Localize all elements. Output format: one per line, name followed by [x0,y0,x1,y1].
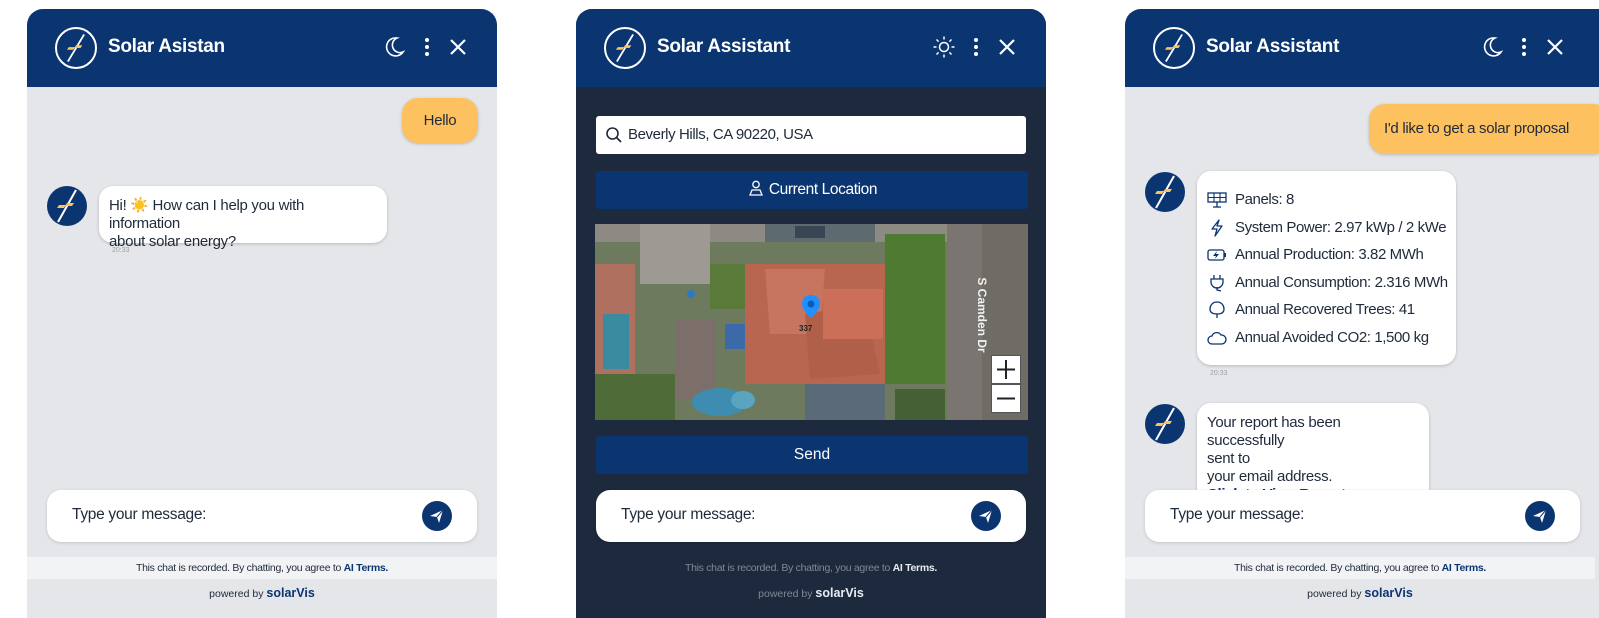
send-icon[interactable] [422,501,452,531]
solarvis-logo[interactable]: solarVis [1364,586,1412,600]
bot-message: Hi! ☀️ How can I help you with informati… [99,186,387,250]
terms-link[interactable]: AI Terms. [1442,562,1487,574]
solarvis-logo[interactable]: solarVis [815,586,863,600]
bot-message-line: Hi! ☀️ How can I help you with informati… [109,197,305,232]
map-pin-icon[interactable] [801,294,821,324]
terms-link[interactable]: AI Terms. [344,562,389,574]
footer-note: This chat is recorded. By chatting, you … [27,557,497,579]
input-placeholder: Type your message: [621,506,756,523]
solar-logo-icon [1153,27,1195,69]
solar-logo-icon [55,27,97,69]
powered-by: powered by solarVis [1125,581,1595,605]
chat-header: Solar Asistan [27,9,497,87]
tree-icon [1207,301,1227,319]
terms-link[interactable]: AI Terms. [893,562,938,574]
search-icon [605,126,623,144]
current-location-label: Current Location [768,181,878,198]
solar-logo-icon [604,27,646,69]
proposal-summary-card: Panels: 8 System Power: 2.97 kWp / 2 kWe… [1197,171,1456,365]
close-icon[interactable] [995,35,1019,59]
message-input[interactable]: Type your message: [1145,490,1580,542]
brand-title: Solar Asistan [108,36,225,57]
report-line: your email address. [1207,468,1333,485]
chat-panel-dark: Solar Assistant Beverly Hills, CA 90220,… [576,9,1046,618]
footer-note: This chat is recorded. By chatting, you … [1125,557,1595,579]
more-menu-icon[interactable] [415,35,439,59]
brand-title: Solar Assistant [657,36,791,57]
map-pin-label: 337 [799,324,813,333]
stat-text: System Power: 2.97 kWp / 2 kWe [1235,219,1447,236]
powered-by-text: powered by [209,588,264,600]
bot-message-line: about solar energy? [109,233,236,250]
zoom-in-button[interactable] [991,355,1021,384]
sun-icon[interactable] [932,35,956,59]
footer-note: This chat is recorded. By chatting, you … [576,557,1046,579]
send-location-button[interactable]: Send [596,436,1028,474]
current-location-button[interactable]: Current Location [596,171,1028,209]
more-menu-icon[interactable] [964,35,988,59]
send-icon[interactable] [1525,501,1555,531]
footer-note-text: This chat is recorded. By chatting, you … [135,562,344,574]
chat-panel-light: Solar Asistan Hello Hi! ☀️ How can I hel… [27,9,497,618]
powered-by: powered by solarVis [27,581,497,605]
satellite-map[interactable]: 337 S Camden Dr [595,224,1028,420]
footer-note-text: This chat is recorded. By chatting, you … [684,562,893,574]
battery-charge-icon [1207,246,1227,264]
bot-avatar [1145,172,1185,212]
lightning-icon [1207,219,1227,237]
powered-by-text: powered by [1307,588,1362,600]
chat-header: Solar Assistant [1125,9,1599,87]
close-icon[interactable] [446,35,470,59]
chat-panel-proposal: Solar Assistant I'd like to get a solar … [1125,9,1599,618]
address-value: Beverly Hills, CA 90220, USA [628,126,813,143]
input-placeholder: Type your message: [72,506,207,523]
powered-by: powered by solarVis [576,581,1046,605]
stat-text: Panels: 8 [1235,191,1294,208]
powered-by-text: powered by [758,588,813,600]
plug-icon [1207,274,1227,292]
bot-avatar [47,186,87,226]
stat-text: Annual Recovered Trees: 41 [1235,301,1415,318]
send-icon[interactable] [971,501,1001,531]
moon-icon[interactable] [382,35,406,59]
stat-text: Annual Consumption: 2.316 MWh [1235,274,1448,291]
moon-icon[interactable] [1480,35,1504,59]
brand-title: Solar Assistant [1206,36,1340,57]
input-placeholder: Type your message: [1170,506,1305,523]
report-line: sent to [1207,450,1250,467]
cloud-icon [1207,329,1227,347]
stat-text: Annual Production: 3.82 MWh [1235,246,1424,263]
report-message: Your report has been successfully sent t… [1197,403,1429,503]
message-timestamp: 20:33 [1210,370,1228,377]
message-input[interactable]: Type your message: [47,490,477,542]
bot-avatar [1145,404,1185,444]
chat-header: Solar Assistant [576,9,1046,87]
zoom-out-button[interactable] [991,384,1021,413]
solarvis-logo[interactable]: solarVis [266,586,314,600]
more-menu-icon[interactable] [1512,35,1536,59]
solar-panel-icon [1207,191,1227,209]
user-message: Hello [402,98,478,143]
message-timestamp: 20:33 [112,247,130,254]
close-icon[interactable] [1543,35,1567,59]
report-line: Your report has been successfully [1207,414,1341,449]
user-message: I'd like to get a solar proposal [1369,104,1599,154]
person-pin-icon [747,174,765,196]
street-label: S Camden Dr [975,277,989,353]
message-input[interactable]: Type your message: [596,490,1026,542]
stat-text: Annual Avoided CO2: 1,500 kg [1235,329,1429,346]
address-search-input[interactable]: Beverly Hills, CA 90220, USA [596,116,1026,154]
footer-note-text: This chat is recorded. By chatting, you … [1233,562,1442,574]
